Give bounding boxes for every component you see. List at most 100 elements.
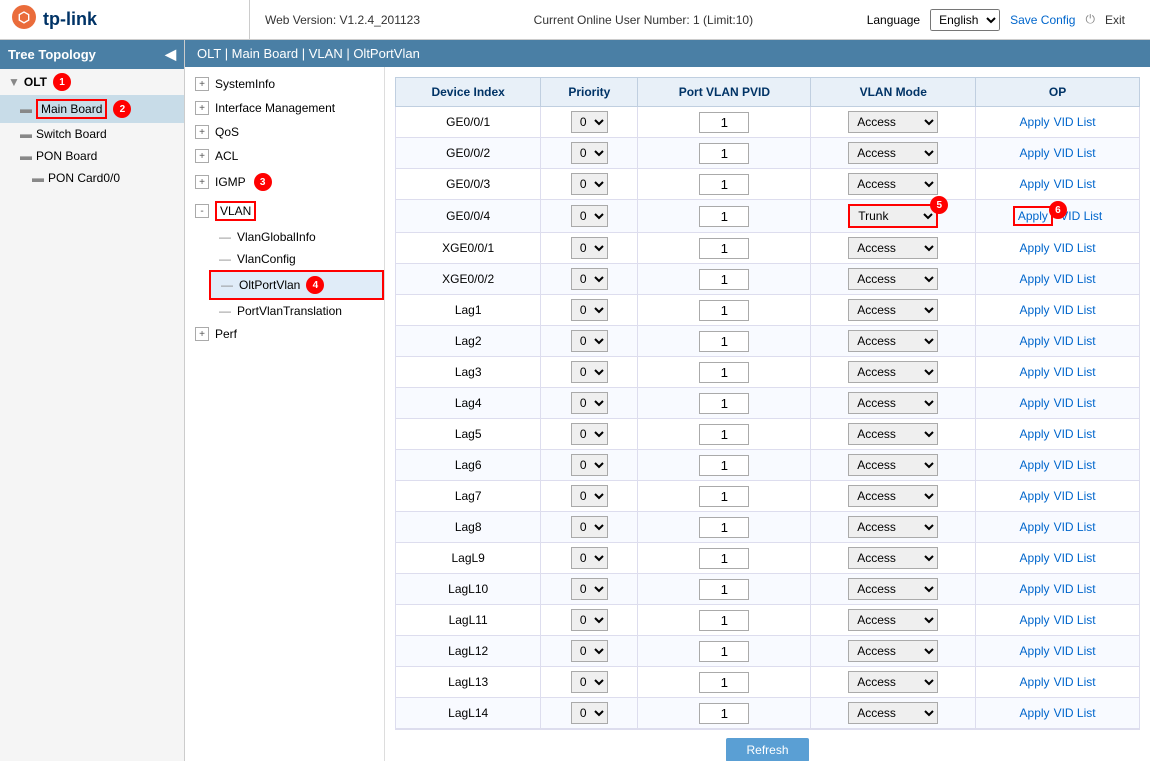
apply-link[interactable]: Apply <box>1020 458 1050 472</box>
pvid-input[interactable] <box>699 238 749 259</box>
pvid-input[interactable] <box>699 206 749 227</box>
priority-select[interactable]: 01234567 <box>571 299 608 321</box>
apply-link[interactable]: Apply <box>1013 206 1053 226</box>
nav-vlan[interactable]: - VLAN <box>185 196 384 226</box>
nav-port-vlan-trans[interactable]: — PortVlanTranslation <box>209 300 384 322</box>
pvid-input[interactable] <box>699 548 749 569</box>
tree-item-olt[interactable]: ▼ OLT 1 <box>0 69 184 95</box>
vlan-mode-select[interactable]: AccessTrunk <box>848 547 938 569</box>
vid-list-link[interactable]: VID List <box>1054 272 1096 286</box>
nav-igmp[interactable]: + IGMP 3 <box>185 168 384 196</box>
vlan-mode-select[interactable]: AccessTrunk <box>848 392 938 414</box>
pvid-input[interactable] <box>699 300 749 321</box>
vid-list-link[interactable]: VID List <box>1054 334 1096 348</box>
vid-list-link[interactable]: VID List <box>1054 427 1096 441</box>
vid-list-link[interactable]: VID List <box>1054 365 1096 379</box>
pvid-input[interactable] <box>699 455 749 476</box>
vlan-mode-select[interactable]: AccessTrunk <box>848 702 938 724</box>
vlan-mode-select[interactable]: AccessTrunk <box>848 111 938 133</box>
apply-link[interactable]: Apply <box>1020 551 1050 565</box>
priority-select[interactable]: 01234567 <box>571 578 608 600</box>
priority-select[interactable]: 01234567 <box>571 423 608 445</box>
tree-item-switch-board[interactable]: ▬ Switch Board <box>0 123 184 145</box>
apply-link[interactable]: Apply <box>1020 427 1050 441</box>
vid-list-link[interactable]: VID List <box>1054 613 1096 627</box>
pvid-input[interactable] <box>699 703 749 724</box>
nav-system-info[interactable]: + SystemInfo <box>185 72 384 96</box>
tree-item-pon-board[interactable]: ▬ PON Board <box>0 145 184 167</box>
priority-select[interactable]: 01234567 <box>571 142 608 164</box>
pvid-input[interactable] <box>699 579 749 600</box>
apply-link[interactable]: Apply <box>1020 582 1050 596</box>
apply-link[interactable]: Apply <box>1020 489 1050 503</box>
vid-list-link[interactable]: VID List <box>1054 551 1096 565</box>
vid-list-link[interactable]: VID List <box>1054 520 1096 534</box>
vlan-mode-select[interactable]: AccessTrunk <box>848 142 938 164</box>
priority-select[interactable]: 01234567 <box>571 609 608 631</box>
exit-button[interactable]: Exit <box>1105 13 1125 27</box>
priority-select[interactable]: 01234567 <box>571 640 608 662</box>
vlan-mode-select[interactable]: AccessTrunk <box>848 361 938 383</box>
apply-link[interactable]: Apply <box>1020 396 1050 410</box>
priority-select[interactable]: 01234567 <box>571 173 608 195</box>
apply-link[interactable]: Apply <box>1020 303 1050 317</box>
apply-link[interactable]: Apply <box>1020 706 1050 720</box>
nav-qos[interactable]: + QoS <box>185 120 384 144</box>
apply-link[interactable]: Apply <box>1020 115 1050 129</box>
vlan-mode-select[interactable]: AccessTrunk <box>848 423 938 445</box>
vlan-mode-select[interactable]: AccessTrunk <box>848 578 938 600</box>
vid-list-link[interactable]: VID List <box>1054 177 1096 191</box>
tree-item-main-board[interactable]: ▬ Main Board 2 <box>0 95 184 123</box>
vid-list-link[interactable]: VID List <box>1054 644 1096 658</box>
language-select[interactable]: English <box>930 9 1000 31</box>
apply-link[interactable]: Apply <box>1020 644 1050 658</box>
priority-select[interactable]: 01234567 <box>571 485 608 507</box>
vlan-mode-select[interactable]: AccessTrunk <box>848 299 938 321</box>
pvid-input[interactable] <box>699 331 749 352</box>
pvid-input[interactable] <box>699 143 749 164</box>
priority-select[interactable]: 01234567 <box>571 205 608 227</box>
priority-select[interactable]: 01234567 <box>571 702 608 724</box>
apply-link[interactable]: Apply <box>1020 146 1050 160</box>
priority-select[interactable]: 01234567 <box>571 671 608 693</box>
pvid-input[interactable] <box>699 672 749 693</box>
vid-list-link[interactable]: VID List <box>1054 706 1096 720</box>
vlan-mode-select[interactable]: AccessTrunk <box>848 268 938 290</box>
priority-select[interactable]: 01234567 <box>571 111 608 133</box>
vid-list-link[interactable]: VID List <box>1054 146 1096 160</box>
vid-list-link[interactable]: VID List <box>1054 458 1096 472</box>
tree-item-pon-card[interactable]: ▬ PON Card0/0 <box>0 167 184 189</box>
vlan-mode-select[interactable]: AccessTrunk <box>848 237 938 259</box>
vid-list-link[interactable]: VID List <box>1054 396 1096 410</box>
apply-link[interactable]: Apply <box>1020 613 1050 627</box>
vid-list-link[interactable]: VID List <box>1054 115 1096 129</box>
priority-select[interactable]: 01234567 <box>571 237 608 259</box>
vlan-mode-select[interactable]: AccessTrunk <box>848 204 938 228</box>
pvid-input[interactable] <box>699 112 749 133</box>
vlan-mode-select[interactable]: AccessTrunk <box>848 516 938 538</box>
nav-interface-mgmt[interactable]: + Interface Management <box>185 96 384 120</box>
pvid-input[interactable] <box>699 174 749 195</box>
pvid-input[interactable] <box>699 641 749 662</box>
priority-select[interactable]: 01234567 <box>571 361 608 383</box>
sidebar-toggle[interactable]: ◀ <box>165 46 176 63</box>
vlan-mode-select[interactable]: AccessTrunk <box>848 485 938 507</box>
priority-select[interactable]: 01234567 <box>571 454 608 476</box>
nav-vlan-config[interactable]: — VlanConfig <box>209 248 384 270</box>
nav-perf[interactable]: + Perf <box>185 322 384 346</box>
priority-select[interactable]: 01234567 <box>571 547 608 569</box>
refresh-button[interactable]: Refresh <box>726 738 808 761</box>
priority-select[interactable]: 01234567 <box>571 516 608 538</box>
vlan-mode-select[interactable]: AccessTrunk <box>848 671 938 693</box>
pvid-input[interactable] <box>699 610 749 631</box>
apply-link[interactable]: Apply <box>1020 365 1050 379</box>
vid-list-link[interactable]: VID List <box>1054 489 1096 503</box>
apply-link[interactable]: Apply <box>1020 675 1050 689</box>
apply-link[interactable]: Apply <box>1020 177 1050 191</box>
priority-select[interactable]: 01234567 <box>571 392 608 414</box>
vid-list-link[interactable]: VID List <box>1054 241 1096 255</box>
vid-list-link[interactable]: VID List <box>1054 303 1096 317</box>
pvid-input[interactable] <box>699 362 749 383</box>
nav-olt-port-vlan[interactable]: — OltPortVlan 4 <box>209 270 384 300</box>
vlan-mode-select[interactable]: AccessTrunk <box>848 330 938 352</box>
